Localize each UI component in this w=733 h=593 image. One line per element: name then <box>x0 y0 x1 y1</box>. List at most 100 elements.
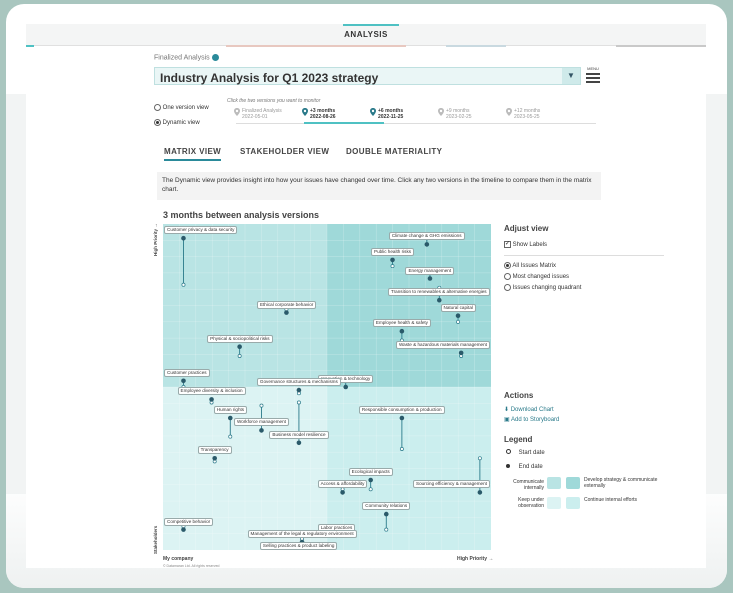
radio-icon[interactable] <box>154 104 161 111</box>
copyright: © Datamaran Ltd. All rights reserved <box>163 564 220 568</box>
issue-label[interactable]: Selling practices & product labeling <box>259 542 338 550</box>
verified-check-icon <box>211 54 219 61</box>
start-marker <box>228 434 233 439</box>
radio-selected-icon[interactable] <box>504 262 511 270</box>
issue-label[interactable]: Transition to renewables & alternative e… <box>388 288 490 297</box>
end-marker <box>458 350 464 356</box>
map-pin-icon <box>234 108 240 116</box>
issue-label[interactable]: Responsible consumption & production <box>358 406 445 414</box>
tab-matrix-view[interactable]: MATRIX VIEW <box>164 147 222 161</box>
issue-label[interactable]: Climate change & GHG emissions <box>388 232 465 241</box>
timeline-version-3[interactable]: +6 months 2022-11-25 <box>370 108 403 120</box>
timeline-version-date: 2023-05-25 <box>514 114 540 120</box>
add-to-storyboard-link[interactable]: ▣ Add to Storyboard <box>504 416 684 423</box>
radio-selected-icon[interactable] <box>154 119 161 126</box>
issue-label[interactable]: Community relations <box>362 502 411 511</box>
materiality-matrix[interactable]: Customer privacy & data security Climate … <box>163 224 491 550</box>
legend-end: End date <box>504 464 684 470</box>
end-marker <box>383 511 389 517</box>
chevron-down-icon[interactable]: ▼ <box>562 68 580 84</box>
issue-label[interactable]: Sourcing efficiency & management <box>413 480 490 489</box>
issue-label[interactable]: Customer privacy & data security <box>164 226 238 235</box>
show-labels-toggle[interactable]: Show Labels <box>504 240 684 249</box>
start-marker <box>368 487 373 492</box>
start-marker <box>259 403 264 408</box>
analysis-status: Finalized Analysis <box>154 54 219 61</box>
checkbox-icon[interactable] <box>504 240 511 248</box>
issue-label[interactable]: Access & affordability <box>317 480 368 489</box>
timeline-version-1[interactable]: Finalized Analysis 2022-05-01 <box>234 108 282 120</box>
tab-double-materiality[interactable]: DOUBLE MATERIALITY <box>346 147 442 156</box>
start-marker <box>399 447 404 451</box>
issue-label[interactable]: Management of the legal & regulatory env… <box>247 530 357 538</box>
download-chart-label: Download Chart <box>510 407 554 414</box>
issue-label[interactable]: Customer practices <box>164 368 210 377</box>
timeline-version-5[interactable]: +12 months 2023-05-25 <box>506 108 540 120</box>
issue-label[interactable]: Employee health & safety <box>372 319 431 328</box>
add-to-storyboard-label: Add to Storyboard <box>511 417 560 424</box>
start-marker <box>181 282 186 287</box>
issue-label[interactable]: Waste & hazardous materials management <box>396 340 490 349</box>
timeline-hint: Click the two versions you want to monit… <box>227 98 321 104</box>
storyboard-icon: ▣ <box>504 417 510 424</box>
active-tab-indicator <box>343 24 399 26</box>
radio-icon[interactable] <box>504 273 511 281</box>
end-marker <box>284 310 289 315</box>
map-pin-icon <box>302 108 308 116</box>
swatch-communicate <box>547 477 561 490</box>
issue-label[interactable]: Transparency <box>197 446 232 455</box>
header-title[interactable]: ANALYSIS <box>26 30 706 39</box>
option-changing-quadrant[interactable]: Issues changing quadrant <box>504 284 684 291</box>
end-marker <box>368 477 373 483</box>
analysis-app: ANALYSIS Finalized Analysis Industry Ana… <box>26 24 706 568</box>
dynamic-view-option[interactable]: Dynamic view <box>154 119 200 126</box>
issue-label[interactable]: Ecological impacts <box>348 468 393 476</box>
legend-end-label: End date <box>518 464 543 471</box>
option-all-issues[interactable]: All Issues Matrix <box>504 262 684 269</box>
timeline-version-4[interactable]: +9 months 2023-02-25 <box>438 108 472 120</box>
end-marker <box>227 415 233 421</box>
legend-start-label: Start date <box>518 450 545 457</box>
issue-label[interactable]: Physical & sociopolitical risks <box>207 334 273 343</box>
option-most-changed-label: Most changed issues <box>512 274 570 281</box>
timeline-version-date: 2023-02-25 <box>446 114 472 120</box>
show-labels-label: Show Labels <box>512 242 548 249</box>
issue-label[interactable]: Competitive behavior <box>164 517 214 526</box>
end-marker <box>181 527 186 532</box>
app-frame: ANALYSIS Finalized Analysis Industry Ana… <box>6 4 727 588</box>
issue-label[interactable]: Energy management <box>405 266 455 275</box>
one-version-label: One version view <box>162 105 209 112</box>
chart-title: 3 months between analysis versions <box>163 210 320 220</box>
radio-icon[interactable] <box>504 284 511 292</box>
timeline-selected-range <box>304 122 384 124</box>
issue-label[interactable]: Business model resilience <box>269 430 329 439</box>
timeline-version-date: 2022-08-26 <box>310 114 336 120</box>
option-most-changed[interactable]: Most changed issues <box>504 273 684 280</box>
timeline-version-2[interactable]: +3 months 2022-08-26 <box>302 108 336 120</box>
end-marker <box>399 328 405 334</box>
issue-label[interactable]: Human rights <box>213 406 248 414</box>
start-marker <box>390 264 395 269</box>
tab-stakeholder-view[interactable]: STAKEHOLDER VIEW <box>240 147 329 156</box>
legend-start: Start date <box>504 449 684 456</box>
issue-label[interactable]: Public health risks <box>371 247 415 256</box>
one-version-option[interactable]: One version view <box>154 104 209 111</box>
issue-label[interactable]: Natural capital <box>440 303 476 312</box>
issue-label[interactable]: Ethical corporate behavior <box>256 300 317 309</box>
option-all-issues-label: All Issues Matrix <box>512 263 557 270</box>
end-marker <box>259 428 264 433</box>
issue-label[interactable]: Workforce management <box>233 418 289 427</box>
download-chart-link[interactable]: ⬇ Download Chart <box>504 406 684 413</box>
issue-label[interactable]: Employee diversity & inclusion <box>177 387 246 396</box>
issue-label[interactable]: Governance structures & mechanisms <box>256 378 341 387</box>
legend-quadrants: Communicate internally Develop strategy … <box>504 477 684 519</box>
menu-button[interactable]: MENU <box>586 66 600 83</box>
y-axis-top-label: High Priority → <box>153 223 158 256</box>
end-marker <box>343 384 349 390</box>
analysis-select[interactable]: Industry Analysis for Q1 2023 strategy ▼ <box>154 67 581 85</box>
left-edge-panel <box>6 94 26 494</box>
status-label: Finalized Analysis <box>154 54 210 62</box>
end-marker <box>399 415 405 421</box>
end-marker <box>237 344 242 349</box>
end-marker <box>181 235 186 241</box>
